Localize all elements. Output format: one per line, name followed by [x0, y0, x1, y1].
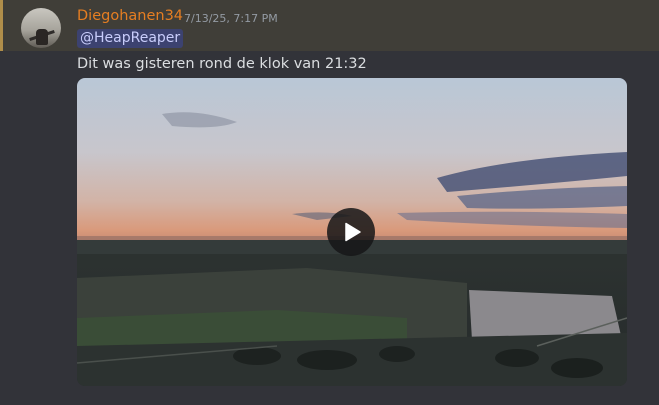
mention-highlight-bar [0, 0, 3, 51]
user-mention[interactable]: @HeapReaper [77, 29, 184, 48]
video-attachment[interactable] [77, 78, 627, 386]
play-icon [344, 222, 361, 242]
avatar[interactable] [21, 8, 61, 48]
message-timestamp: 7/13/25, 7:17 PM [184, 12, 278, 25]
message-text: Dit was gisteren rond de klok van 21:32 [77, 56, 367, 72]
author-username[interactable]: Diegohanen34 [77, 8, 183, 24]
play-button[interactable] [327, 208, 375, 256]
avatar-figure [36, 29, 48, 45]
